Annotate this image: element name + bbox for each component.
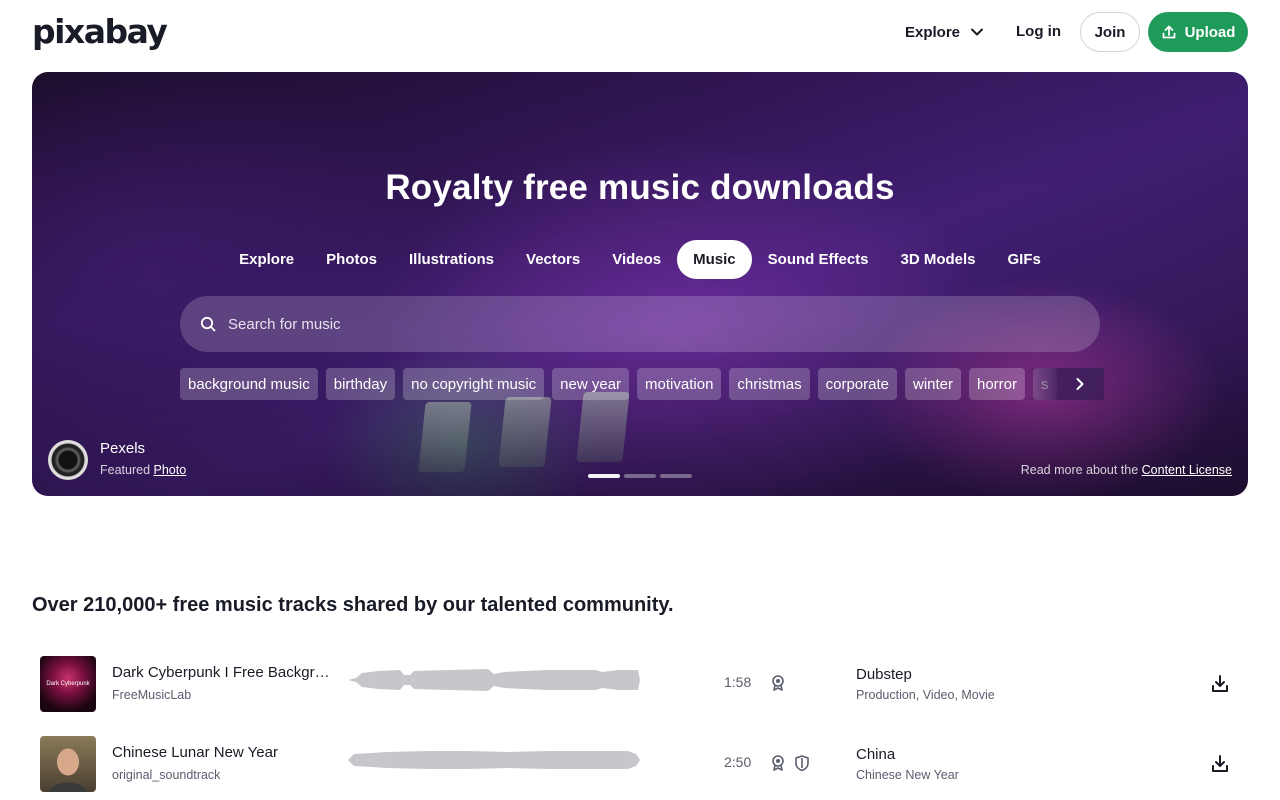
credit-avatar[interactable]	[48, 440, 88, 480]
chip-birthday[interactable]: birthday	[325, 368, 396, 400]
track-genre[interactable]: China	[856, 746, 895, 763]
explore-label: Explore	[905, 23, 961, 41]
tab-illustrations[interactable]: Illustrations	[393, 240, 510, 279]
track-thumbnail[interactable]	[40, 736, 96, 792]
chip-new-year[interactable]: new year	[552, 368, 630, 400]
explore-menu[interactable]: Explore	[905, 20, 984, 44]
suggestion-chips: background music birthday no copyright m…	[180, 368, 1104, 400]
site-header: pixabay Explore Log in Join Upload	[0, 0, 1280, 64]
track-duration: 1:58	[724, 674, 752, 690]
shield-icon	[795, 755, 809, 772]
track-thumbnail-text: Dark Cyberpunk	[46, 681, 90, 687]
tab-gifs[interactable]: GIFs	[992, 240, 1057, 279]
chip-motivation[interactable]: motivation	[637, 368, 722, 400]
slide-dot[interactable]	[660, 474, 692, 478]
hero-title: Royalty free music downloads	[385, 168, 895, 207]
credit-prefix: Featured	[100, 463, 151, 477]
track-thumbnail[interactable]: Dark Cyberpunk	[40, 656, 96, 712]
chevron-down-icon	[971, 28, 984, 36]
chip-background-music[interactable]: background music	[180, 368, 318, 400]
featured-photo-link[interactable]: Photo	[154, 463, 187, 477]
track-row[interactable]: Chinese Lunar New Year original_soundtra…	[32, 732, 1248, 796]
hero-banner: Royalty free music downloads Explore Pho…	[32, 72, 1248, 496]
download-icon[interactable]	[1208, 752, 1232, 776]
chip-christmas[interactable]: christmas	[729, 368, 810, 400]
search-icon	[200, 316, 216, 332]
slide-indicator	[588, 474, 692, 478]
license-note: Read more about the Content License	[1021, 463, 1232, 477]
search-input[interactable]	[228, 315, 1028, 333]
upload-label: Upload	[1184, 23, 1236, 41]
track-tags[interactable]: Production, Video, Movie	[856, 688, 995, 702]
hero-overlay	[32, 72, 1248, 496]
track-row[interactable]: Dark Cyberpunk Dark Cyberpunk I Free Bac…	[32, 652, 1248, 716]
join-button[interactable]: Join	[1080, 12, 1140, 52]
tab-explore[interactable]: Explore	[223, 240, 310, 279]
track-artist[interactable]: original_soundtrack	[112, 768, 220, 782]
tab-vectors[interactable]: Vectors	[510, 240, 596, 279]
slide-dot[interactable]	[588, 474, 620, 478]
waveform[interactable]	[348, 746, 640, 774]
slide-dot[interactable]	[624, 474, 656, 478]
search-bar[interactable]	[180, 296, 1100, 352]
tab-videos[interactable]: Videos	[596, 240, 677, 279]
license-prefix: Read more about the	[1020, 463, 1139, 477]
chip-horror[interactable]: horror	[969, 368, 1026, 400]
login-link[interactable]: Log in	[1016, 20, 1061, 44]
tab-photos[interactable]: Photos	[310, 240, 393, 279]
pixabay-logo[interactable]: pixabay	[32, 12, 168, 52]
track-tags[interactable]: Chinese New Year	[856, 768, 959, 782]
chips-next-button[interactable]	[1068, 372, 1092, 396]
waveform[interactable]	[348, 666, 640, 694]
credit-caption: Featured Photo	[100, 463, 186, 477]
tab-music[interactable]: Music	[677, 240, 752, 279]
credit-name[interactable]: Pexels	[100, 440, 145, 457]
award-icon	[772, 675, 784, 691]
track-title[interactable]: Dark Cyberpunk I Free Backgro...	[112, 664, 332, 681]
award-icon	[772, 755, 784, 771]
chip-winter[interactable]: winter	[904, 368, 961, 400]
tab-sound-effects[interactable]: Sound Effects	[752, 240, 885, 279]
section-title: Over 210,000+ free music tracks shared b…	[32, 594, 674, 616]
tab-3d-models[interactable]: 3D Models	[885, 240, 992, 279]
chip-no-copyright-music[interactable]: no copyright music	[403, 368, 545, 400]
track-artist[interactable]: FreeMusicLab	[112, 688, 191, 702]
upload-icon	[1162, 25, 1175, 39]
media-type-tabs: Explore Photos Illustrations Vectors Vid…	[32, 240, 1248, 279]
track-genre[interactable]: Dubstep	[856, 666, 912, 683]
upload-button[interactable]: Upload	[1148, 12, 1248, 52]
track-duration: 2:50	[724, 754, 752, 770]
chip-corporate[interactable]: corporate	[817, 368, 897, 400]
track-title[interactable]: Chinese Lunar New Year	[112, 744, 332, 761]
content-license-link[interactable]: Content License	[1142, 463, 1232, 477]
chevron-right-icon	[1076, 378, 1084, 390]
download-icon[interactable]	[1208, 672, 1232, 696]
